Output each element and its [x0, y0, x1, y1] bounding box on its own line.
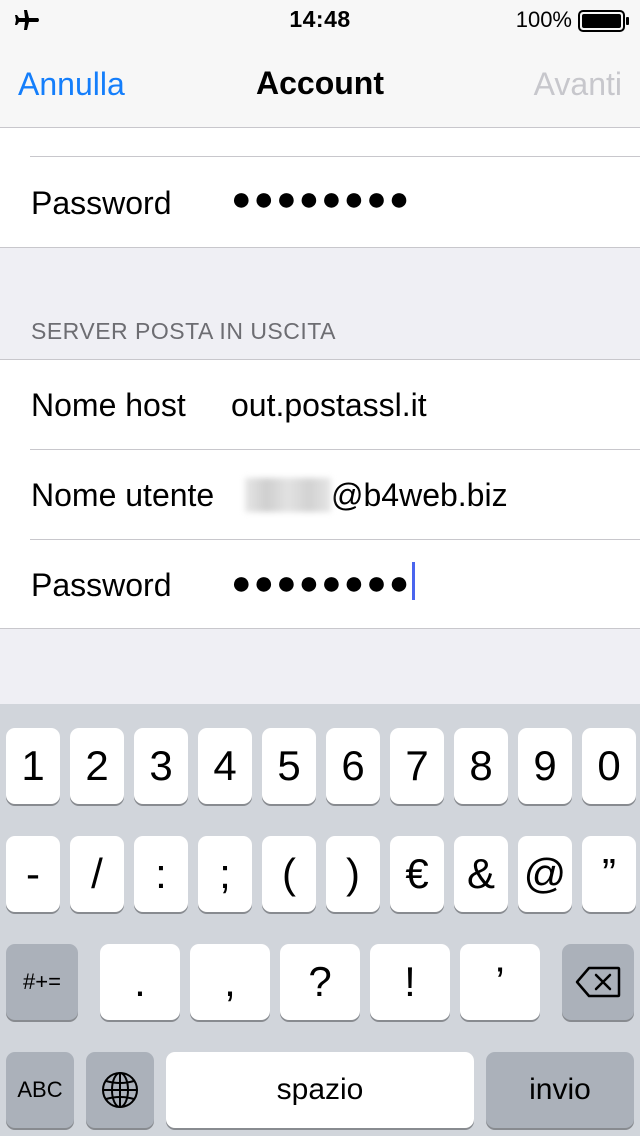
- username-field[interactable]: @b4web.biz: [231, 477, 508, 514]
- key-row2-8[interactable]: @: [518, 836, 572, 912]
- key-row3-4[interactable]: ’: [460, 944, 540, 1020]
- globe-icon: [102, 1072, 138, 1108]
- backspace-icon: [575, 966, 621, 998]
- key-row2-2[interactable]: :: [134, 836, 188, 912]
- host-row[interactable]: Nome host out.postassl.it: [0, 360, 640, 449]
- battery-percentage: 100%: [515, 7, 572, 32]
- key-row2-0[interactable]: -: [6, 836, 60, 912]
- key-row2-3[interactable]: ;: [198, 836, 252, 912]
- key-row2-4[interactable]: (: [262, 836, 316, 912]
- key-row1-1[interactable]: 2: [70, 728, 124, 804]
- key-row3-1[interactable]: ,: [190, 944, 270, 1020]
- host-field[interactable]: out.postassl.it: [231, 387, 427, 424]
- key-row2-1[interactable]: /: [70, 836, 124, 912]
- outgoing-section-header: SERVER POSTA IN USCITA: [31, 318, 336, 344]
- username-row[interactable]: Nome utente @b4web.biz: [0, 450, 640, 539]
- keyboard: 1234567890 - /:;() € & @” .,?!’ #+= ABC spaz…: [0, 704, 640, 1136]
- outgoing-password-field[interactable]: ●●●●●●●●: [231, 562, 416, 603]
- key-row1-8[interactable]: 9: [518, 728, 572, 804]
- key-row3-3[interactable]: !: [370, 944, 450, 1020]
- username-domain: @b4web.biz: [331, 477, 508, 513]
- incoming-password-label: Password: [31, 185, 172, 221]
- outgoing-server-group: Nome host out.postassl.it Nome utente @b…: [0, 359, 640, 629]
- row-separator: [30, 156, 640, 157]
- outgoing-password-row[interactable]: Password ●●●●●●●●: [0, 540, 640, 629]
- key-row1-3[interactable]: 4: [198, 728, 252, 804]
- key-row1-6[interactable]: 7: [390, 728, 444, 804]
- next-button[interactable]: Avanti: [534, 66, 622, 103]
- battery-icon: [578, 10, 629, 32]
- backspace-key[interactable]: [562, 944, 634, 1020]
- key-row2-5[interactable]: ): [326, 836, 380, 912]
- globe-key[interactable]: [86, 1052, 154, 1128]
- return-key[interactable]: invio: [486, 1052, 634, 1128]
- key-row3-0[interactable]: .: [100, 944, 180, 1020]
- outgoing-password-label: Password: [31, 567, 172, 603]
- key-row1-9[interactable]: 0: [582, 728, 636, 804]
- key-row3-2[interactable]: ?: [280, 944, 360, 1020]
- key-row2-9[interactable]: ”: [582, 836, 636, 912]
- key-row2-6[interactable]: €: [390, 836, 444, 912]
- outgoing-password-value: ●●●●●●●●: [231, 564, 412, 602]
- incoming-password-field[interactable]: ●●●●●●●●: [231, 180, 411, 219]
- abc-key[interactable]: ABC: [6, 1052, 74, 1128]
- key-row1-7[interactable]: 8: [454, 728, 508, 804]
- status-bar: 14:48 100%: [0, 0, 640, 40]
- symbols-key[interactable]: #+=: [6, 944, 78, 1020]
- incoming-server-group: Password ●●●●●●●●: [0, 128, 640, 248]
- key-row2-7[interactable]: &: [454, 836, 508, 912]
- redacted-username: [245, 478, 331, 512]
- key-row1-4[interactable]: 5: [262, 728, 316, 804]
- space-key[interactable]: spazio: [166, 1052, 474, 1128]
- text-caret: [412, 562, 416, 600]
- key-row1-5[interactable]: 6: [326, 728, 380, 804]
- key-row1-2[interactable]: 3: [134, 728, 188, 804]
- key-row1-0[interactable]: 1: [6, 728, 60, 804]
- incoming-password-row[interactable]: Password ●●●●●●●●: [0, 158, 640, 247]
- username-label: Nome utente: [31, 477, 215, 513]
- host-label: Nome host: [31, 387, 186, 423]
- navigation-bar: Annulla Account Avanti: [0, 40, 640, 128]
